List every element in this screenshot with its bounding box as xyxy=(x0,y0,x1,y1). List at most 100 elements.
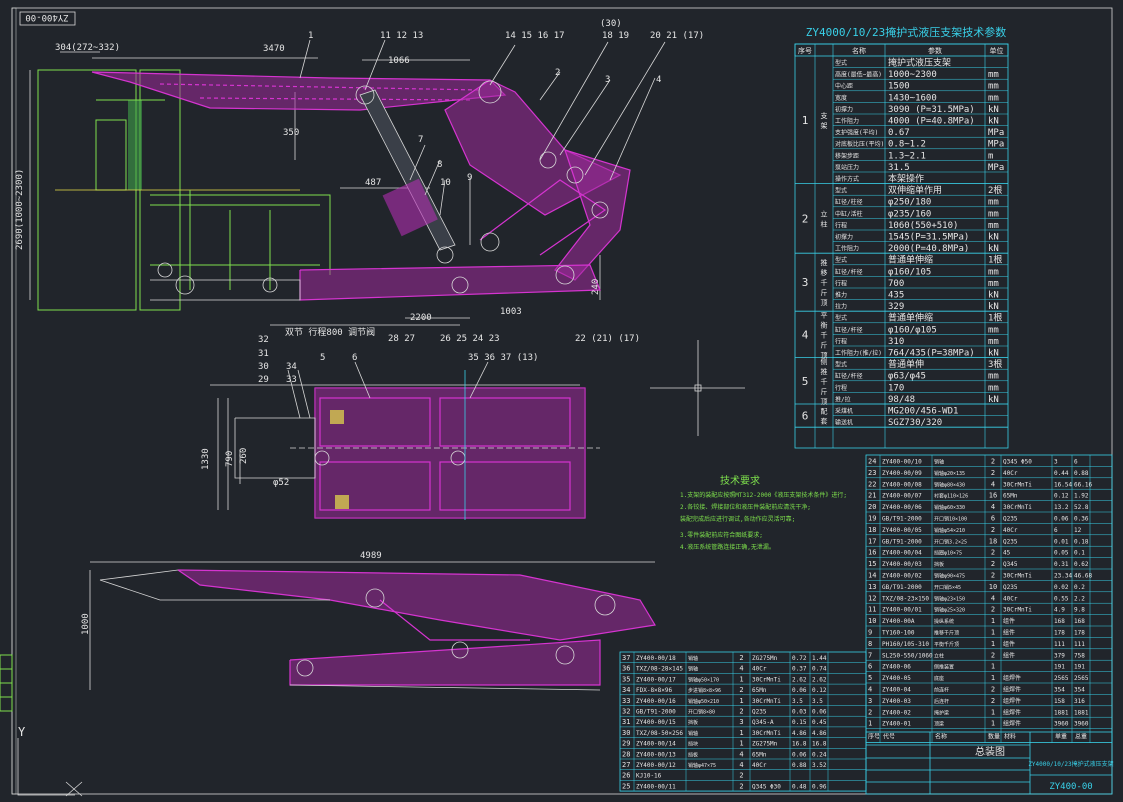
bom-right-cell: 2.2 xyxy=(1074,595,1085,602)
callout-5: 5 xyxy=(320,353,325,363)
bom-right-cell: ZY400-00/01 xyxy=(882,607,922,614)
bom-left-cell: 35 xyxy=(622,675,630,683)
bom-left-cell: 0.06 xyxy=(792,751,807,758)
bom-right-cell: Q345 xyxy=(1003,561,1018,568)
param-value: 1060(550+510) xyxy=(888,221,958,231)
bom-left-cell: 2 xyxy=(739,686,743,694)
bom-right-cell: ZY400-00A xyxy=(882,618,915,625)
param-group-name: 顶 xyxy=(821,299,828,307)
bom-right-cell: 0.44 xyxy=(1054,470,1069,477)
bom-right-cell: 立柱 xyxy=(934,652,944,659)
bom-right-cell: 0.02 xyxy=(1054,584,1069,591)
bom-left-cell: GB/T91-2000 xyxy=(636,709,676,716)
bom-right-cell: ZY400-04 xyxy=(882,687,911,694)
param-unit: m xyxy=(988,151,993,161)
bom-right-cell: 40Cr xyxy=(1003,527,1018,534)
bom-left-cell: 0.74 xyxy=(812,666,827,673)
bom-right-cell: 12 xyxy=(868,594,876,602)
bom-right-cell: 14 xyxy=(868,572,876,580)
param-value: 435 xyxy=(888,291,904,301)
callout-8: 8 xyxy=(437,160,442,170)
product-name: ZY4000/10/23掩护式液压支架 xyxy=(1028,760,1113,768)
bom-left-cell: 0.24 xyxy=(812,751,827,758)
bom-right-cell: 组件 xyxy=(1003,617,1015,625)
param-group-name: 套 xyxy=(821,417,828,426)
ucs-y-label: Y xyxy=(18,725,26,739)
bom-right-cell: 衬套φ110×126 xyxy=(934,493,968,500)
bom-left-cell: ZG275Mn xyxy=(752,655,778,662)
bom-right-cell: ZY400-00/09 xyxy=(882,470,922,477)
tech-req-2: 2.各铰接、焊接部位和液压件装配前应清洗干净; xyxy=(680,503,811,511)
bom-right-cell: 0.55 xyxy=(1054,595,1069,602)
param-group-name: 侧 xyxy=(821,357,828,366)
callout-30: (30) xyxy=(600,19,622,29)
bom-right-cell: 758 xyxy=(1074,652,1085,659)
bom-right-cell: 40Cr xyxy=(1003,595,1018,602)
param-value: 4000 (P=40.8MPa) xyxy=(888,117,975,127)
params-table-title: ZY4000/10/23掩护式液压支架技术参数 xyxy=(806,25,1006,39)
bom-right-cell: 30CrMnTi xyxy=(1003,481,1032,488)
param-group-no: 5 xyxy=(802,375,809,388)
param-group-name: 架 xyxy=(821,122,828,130)
bom-right-cell: 0.01 xyxy=(1054,538,1069,545)
bom-right-cell: 销轴φ20×135 xyxy=(934,470,965,477)
param-group-name: 斤 xyxy=(821,387,828,396)
bom-right-header: 单重 xyxy=(1055,733,1067,741)
param-name: 行程 xyxy=(835,337,847,345)
bom-right-cell: 10 xyxy=(989,583,997,591)
param-name: 高度(最低~最高) xyxy=(835,71,882,79)
param-group-name: 推 xyxy=(821,258,828,267)
bom-right-cell: 23.34 xyxy=(1054,573,1072,580)
bom-right-cell: 6 xyxy=(991,515,995,523)
param-name: 缸径/杆径 xyxy=(835,268,863,276)
bom-left-cell: 3.52 xyxy=(812,762,827,769)
param-unit: kN xyxy=(988,302,999,312)
bom-right-cell: 1881 xyxy=(1054,709,1069,716)
bom-right-cell: 15 xyxy=(868,560,876,568)
param-unit: mm xyxy=(988,82,999,92)
param-group-name: 斤 xyxy=(821,340,828,349)
param-unit: mm xyxy=(988,337,999,347)
cylinder-note: 双节 行程800 调节阀 xyxy=(285,326,375,338)
param-name: 缸径/杆径 xyxy=(835,372,863,380)
param-unit: mm xyxy=(988,198,999,208)
bom-right-cell: 2 xyxy=(991,526,995,534)
bom-left-cell: 销轴φ50×210 xyxy=(688,698,719,705)
bom-right-cell: 354 xyxy=(1054,687,1065,694)
bom-right-header: 序号 xyxy=(868,733,880,741)
param-unit: mm xyxy=(988,383,999,393)
bom-right-cell: 销轴φ90×475 xyxy=(934,573,965,580)
bom-left-cell: 0.06 xyxy=(812,709,827,716)
bom-left-cell: ZG275Mn xyxy=(752,741,778,748)
bom-right-cell: 顶梁 xyxy=(934,721,944,728)
param-name: 行程 xyxy=(835,384,847,392)
bom-right-cell: ZY400-00/04 xyxy=(882,550,922,557)
bom-right-cell: 111 xyxy=(1054,641,1065,648)
param-unit: kN xyxy=(988,291,999,301)
bom-right-header: 数量 xyxy=(988,733,1000,741)
bom-right-header: 总重 xyxy=(1075,733,1087,741)
bom-right-cell: 销轴φ60×330 xyxy=(934,504,965,511)
param-value: 310 xyxy=(888,337,904,347)
bom-left-cell: 65Mn xyxy=(752,751,767,758)
cad-drawing-canvas[interactable]: ZY400-00 3470 304(272~332) 1066 350 487 … xyxy=(0,0,1123,802)
param-name: 行程 xyxy=(835,279,847,287)
bom-right-cell: 45 xyxy=(1003,550,1011,557)
bom-left-cell: ZY400-00/14 xyxy=(636,741,676,748)
bom-left-cell: 销轴φ47×75 xyxy=(688,762,716,769)
bom-right-cell: 组焊件 xyxy=(1003,686,1021,694)
bom-left-cell: 4 xyxy=(739,665,743,673)
param-value: 98/48 xyxy=(888,395,915,405)
param-value: 普通单伸缩 xyxy=(888,312,933,324)
bom-right-cell: 0.12 xyxy=(1054,493,1069,500)
bom-right-cell: 底座 xyxy=(934,675,944,682)
bom-left-cell: 销轴φ50×170 xyxy=(688,676,719,683)
drawing-code: ZY400-00 xyxy=(1049,782,1092,792)
dim-height-range: 2690(1000~2300) xyxy=(15,169,25,250)
param-name: 操作方式 xyxy=(835,175,859,183)
bom-right-cell: 168 xyxy=(1074,618,1085,625)
bom-left-cell: 挡板 xyxy=(688,751,698,758)
bom-left-cell: ZY400-00/17 xyxy=(636,676,676,683)
bom-left-cell: 0.15 xyxy=(792,719,807,726)
param-unit: 1根 xyxy=(988,312,1002,324)
